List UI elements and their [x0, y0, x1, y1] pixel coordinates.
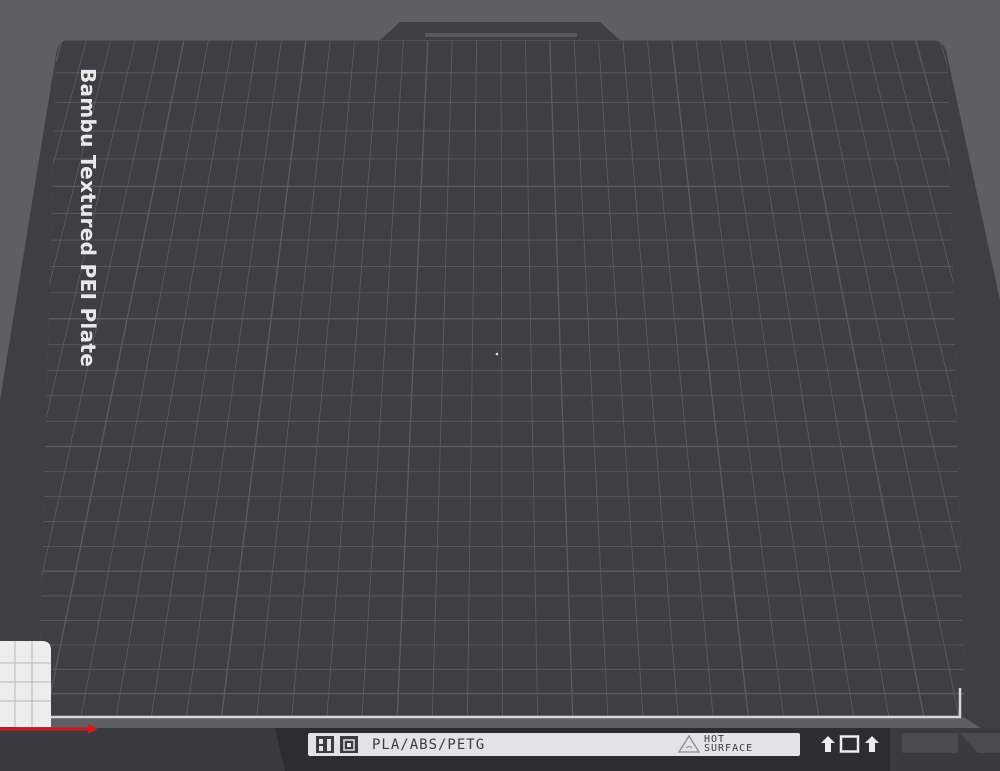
arrow-up-icon: [821, 736, 835, 752]
arrow-up-icon: [865, 736, 879, 752]
plate-front-slot: [902, 733, 958, 753]
3d-viewport[interactable]: [0, 0, 1000, 771]
warning-triangle-icon: [678, 735, 700, 753]
plate-tab-slot: [425, 33, 577, 37]
bambu-logo-icon: [316, 736, 334, 753]
hot-surface-warning: HOT SURFACE: [678, 735, 754, 754]
hot-text-line2: SURFACE: [704, 743, 754, 754]
plate-logo-icon: [340, 736, 358, 753]
plate-front-lip: [0, 728, 285, 771]
plate-tab: [378, 22, 622, 42]
plate-label-strip: PLA/ABS/PETG HOT SURFACE: [308, 733, 800, 756]
plate-type-icons: [820, 735, 880, 753]
view-cube[interactable]: [0, 641, 51, 727]
plate-material-text: PLA/ABS/PETG: [372, 736, 486, 753]
plate-name-label: Bambu Textured PEI Plate: [76, 68, 100, 368]
plate-center-marker: [495, 352, 499, 356]
plate-square-icon: [839, 735, 860, 753]
